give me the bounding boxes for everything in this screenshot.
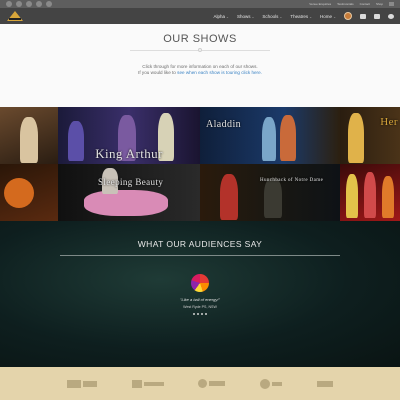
shows-gallery: King Arthur Aladdin Her Sleeping Beauty … [0,107,400,221]
grid-icon[interactable] [389,2,394,6]
utility-link-shop[interactable]: Shop [376,2,383,6]
nav-item-schools[interactable]: Schools⌄ [262,14,282,19]
carousel-dot[interactable] [197,313,199,315]
show-title: Aladdin [206,119,242,130]
youtube-icon[interactable] [6,1,12,7]
partner-logo[interactable] [131,379,164,388]
utility-link-contact[interactable]: Contact [360,2,370,6]
show-tile[interactable] [340,164,400,221]
linkedin-icon[interactable] [46,1,52,7]
intro-line-prefix: If you would like to [138,70,176,76]
testimonial-logo [191,274,209,292]
chevron-down-icon: ⌄ [279,14,283,19]
carousel-dot[interactable] [205,313,207,315]
show-tile-hunchback[interactable]: Hunchback of Notre Dame [200,164,340,221]
section-title: WHAT OUR AUDIENCES SAY [137,239,263,249]
nav-item-alpha[interactable]: Alpha⌄ [213,14,228,19]
testimonial-author: West Ryde PS, NSW [183,305,217,309]
section-title: OUR SHOWS [163,33,237,45]
facebook-icon[interactable] [16,1,22,7]
partner-logo[interactable] [67,379,98,388]
shows-intro: Click through for more information on ea… [0,64,400,77]
show-tile[interactable] [0,107,58,164]
title-divider [130,48,270,52]
our-shows-section: OUR SHOWS Click through for more informa… [0,24,400,107]
nav-menu: Alpha⌄ Shows⌄ Schools⌄ Theatres⌄ Home⌄ [213,12,394,20]
partner-logo[interactable] [198,379,226,388]
social-links [6,1,52,7]
cart-icon[interactable] [374,13,380,19]
top-utility-bar: Venue Enquiries Testimonials Contact Sho… [0,0,400,8]
show-tile-aladdin[interactable]: Aladdin [200,107,340,164]
utility-links: Venue Enquiries Testimonials Contact Sho… [309,2,394,6]
utility-link-venue-enquiries[interactable]: Venue Enquiries [309,2,331,6]
twitter-icon[interactable] [26,1,32,7]
testimonial-quote: "Like a ball of energy!" [180,297,220,302]
show-tile-hercules[interactable]: Her [340,107,400,164]
carousel-dot[interactable] [201,313,203,315]
chevron-down-icon: ⌄ [333,14,336,19]
main-navigation: Alpha⌄ Shows⌄ Schools⌄ Theatres⌄ Home⌄ [0,8,400,24]
show-title: Hunchback of Notre Dame [260,178,324,183]
avatar[interactable] [344,12,352,20]
section-divider [60,255,340,256]
partner-logo[interactable] [316,380,333,387]
carousel-dot[interactable] [193,313,195,315]
show-title: King Arthur [95,146,163,161]
chevron-down-icon: ⌄ [226,14,229,19]
utility-link-testimonials[interactable]: Testimonials [337,2,354,6]
chevron-down-icon: ⌄ [309,14,313,19]
nav-item-home[interactable]: Home⌄ [320,14,336,19]
mail-icon[interactable] [360,13,366,19]
company-logo[interactable] [6,10,24,22]
testimonials-section: WHAT OUR AUDIENCES SAY "Like a ball of e… [0,221,400,367]
partner-logos [0,367,400,400]
show-tile-sleeping-beauty[interactable]: Sleeping Beauty [58,164,200,221]
show-tile-king-arthur[interactable]: King Arthur [58,107,200,164]
partner-logo[interactable] [260,378,283,389]
search-icon[interactable] [388,13,394,19]
instagram-icon[interactable] [36,1,42,7]
show-tile[interactable] [0,164,58,221]
nav-item-theatres[interactable]: Theatres⌄ [290,14,312,19]
show-title: Sleeping Beauty [98,177,164,187]
nav-item-shows[interactable]: Shows⌄ [237,14,254,19]
show-title: Her [380,116,398,128]
chevron-down-icon: ⌄ [251,14,255,19]
carousel-dots [0,313,400,315]
touring-link[interactable]: see when each show is touring click here… [177,70,262,75]
